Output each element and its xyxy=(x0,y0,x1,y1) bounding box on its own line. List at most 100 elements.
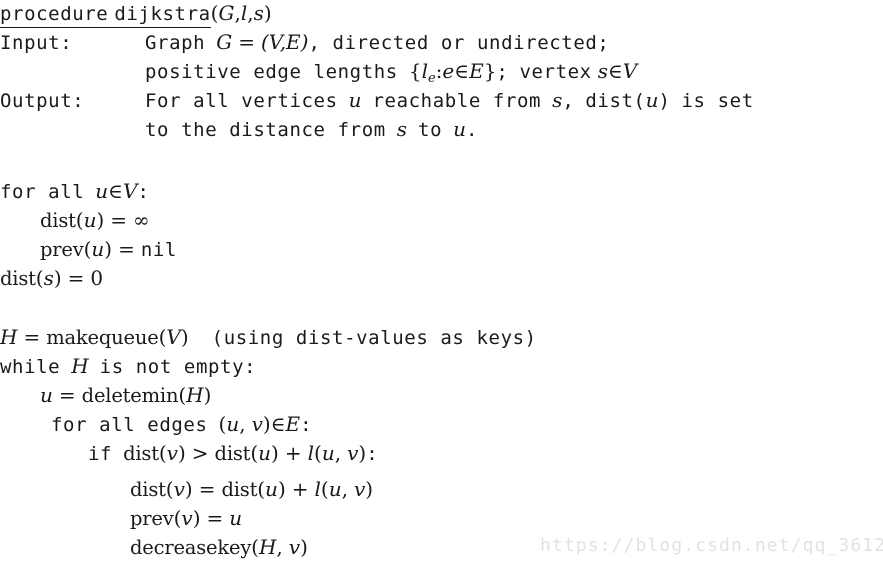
input-label-row: Input: xyxy=(0,33,72,54)
makequeue-equals: = xyxy=(23,325,41,349)
input-vertex-set: V xyxy=(622,59,638,83)
output2-source-var: s xyxy=(396,117,408,141)
input-graph-tuple: (V,E) xyxy=(260,30,309,54)
blog-watermark: https://blog.csdn.net/qq_36124194 xyxy=(540,535,883,556)
relax-equals: = xyxy=(198,477,216,501)
edge-set-var: E xyxy=(285,412,301,436)
prev-set-equals: = xyxy=(206,506,224,530)
deletemin-arg: H xyxy=(186,383,204,407)
output-comma: , xyxy=(562,90,575,112)
output-dist-close: ) xyxy=(658,90,671,112)
edge-comma: , xyxy=(239,412,246,436)
if-length-open: ( xyxy=(314,441,322,465)
prev-set-fn-name: prev xyxy=(130,507,174,530)
stmt-dist-source-zero: dist(s) = 0 xyxy=(0,266,104,290)
relax-length-arg-v: v xyxy=(353,477,366,501)
prev-equals: = xyxy=(118,237,135,261)
stmt-decreasekey: decreasekey(H, v) xyxy=(130,535,308,559)
dist-equals: = xyxy=(110,208,128,232)
dist-source-value: 0 xyxy=(90,266,104,290)
prev-set-close-paren: ) xyxy=(192,506,201,530)
relax-length-close: ) xyxy=(365,477,374,501)
if-dist-u-arg: u xyxy=(258,441,272,465)
dist-close-paren: ) xyxy=(96,208,105,232)
if-length-arg-v: v xyxy=(347,441,359,465)
if-length-arg-u: u xyxy=(321,441,335,465)
procedure-signature: procedure dijkstra(G,l,s) xyxy=(0,1,272,28)
output-line-1: For all vertices u reachable from s, dist(u)… xyxy=(145,88,754,112)
output-label: Output: xyxy=(0,90,85,112)
deletemin-fn-name: deletemin xyxy=(81,384,179,407)
edge-tail-var: u xyxy=(226,412,240,436)
relax-dist-v-open: ( xyxy=(165,477,174,501)
makequeue-close-paren: ) xyxy=(180,325,189,349)
relax-plus-operator: + xyxy=(291,477,309,501)
output2-period: . xyxy=(466,119,479,141)
decreasekey-comma: , xyxy=(276,535,283,559)
set-open-brace: { xyxy=(408,59,422,83)
stmt-update-dist: dist(v) = dist(u) + l(u, v) xyxy=(130,477,374,501)
relax-length-open: ( xyxy=(320,477,329,501)
pseudocode-listing: procedure dijkstra(G,l,s) Input: Graph G =(… xyxy=(0,0,883,567)
prev-set-value: u xyxy=(229,506,243,530)
stmt-prev-nil: prev(u) = nil xyxy=(40,237,177,261)
stmt-deletemin: u = deletemin(H) xyxy=(40,383,212,407)
stmt-if-relax-condition: if dist(v) > dist(u) + l(u, v): xyxy=(88,441,379,465)
input-lengths-head: positive edge lengths xyxy=(145,61,398,83)
output-mid-text: reachable from xyxy=(372,90,542,112)
if-dist-v-close: ) xyxy=(177,441,186,465)
relax-dist-v-arg: v xyxy=(173,477,185,501)
stmt-for-all-vertices: for all u∈V: xyxy=(0,179,149,203)
makequeue-arg: V xyxy=(166,325,181,349)
if-plus-operator: + xyxy=(284,441,302,465)
set-close-brace: } xyxy=(483,59,497,83)
dist-open-paren: ( xyxy=(75,208,84,232)
relax-dist-u-fn: dist xyxy=(221,478,258,501)
if-keyword: if xyxy=(88,443,113,465)
prev-fn-name: prev xyxy=(40,238,84,261)
output-head-text: For all vertices xyxy=(145,90,338,112)
deletemin-equals: = xyxy=(58,383,76,407)
makequeue-comment: (using dist-values as keys) xyxy=(211,327,537,349)
decreasekey-arg-vertex: v xyxy=(288,535,301,559)
decreasekey-fn-name: decreasekey xyxy=(130,536,252,559)
heap-var: H xyxy=(0,325,18,349)
edge-head-var: v xyxy=(251,412,263,436)
input-graph-equals: = xyxy=(238,30,255,54)
decreasekey-arg-heap: H xyxy=(258,535,277,559)
param-source: s xyxy=(253,1,264,25)
if-colon: : xyxy=(366,443,379,465)
relax-length-arg-u: u xyxy=(328,477,342,501)
input-semicolon: ; xyxy=(496,61,509,83)
for-all-member-symbol: ∈ xyxy=(108,179,123,203)
if-dist-v-open: ( xyxy=(158,441,167,465)
output-dist-arg: u xyxy=(645,88,659,112)
output-line-2: to the distance from s to u. xyxy=(145,117,479,141)
input-line-1: Graph G = (V,E), directed or undirected; xyxy=(145,30,610,54)
output-vertex-var: u xyxy=(348,88,362,112)
for-all-vertex-set: V xyxy=(122,179,138,203)
deletemin-target-var: u xyxy=(40,383,53,407)
infinity-symbol: ∞ xyxy=(133,208,150,232)
input-graph-tail: , directed or undirected; xyxy=(308,32,610,54)
relax-dist-u-arg: u xyxy=(265,477,278,501)
if-length-comma: , xyxy=(334,441,342,465)
relax-dist-u-close: ) xyxy=(277,477,286,501)
dist-source-open-paren: ( xyxy=(35,266,44,290)
decreasekey-close-paren: ) xyxy=(300,535,308,559)
if-dist-v-fn: dist xyxy=(123,442,159,465)
for-all-keyword: for all xyxy=(0,181,85,203)
deletemin-open-paren: ( xyxy=(178,383,187,407)
dist-source-close-paren: ) xyxy=(53,266,62,290)
dist-fn-name: dist xyxy=(40,209,76,232)
while-keyword: while xyxy=(0,356,61,378)
dist-source-fn-name: dist xyxy=(0,267,36,290)
param-graph: G xyxy=(218,1,235,25)
deletemin-close-paren: ) xyxy=(203,383,212,407)
for-edges-keyword: for all edges xyxy=(51,414,208,436)
if-dist-v-arg: v xyxy=(166,441,178,465)
input-vertex-word: vertex xyxy=(519,61,592,83)
for-edges-colon: : xyxy=(300,414,313,436)
stmt-for-all-edges: for all edges (u, v)∈E: xyxy=(51,412,313,436)
if-dist-u-close: ) xyxy=(271,441,279,465)
